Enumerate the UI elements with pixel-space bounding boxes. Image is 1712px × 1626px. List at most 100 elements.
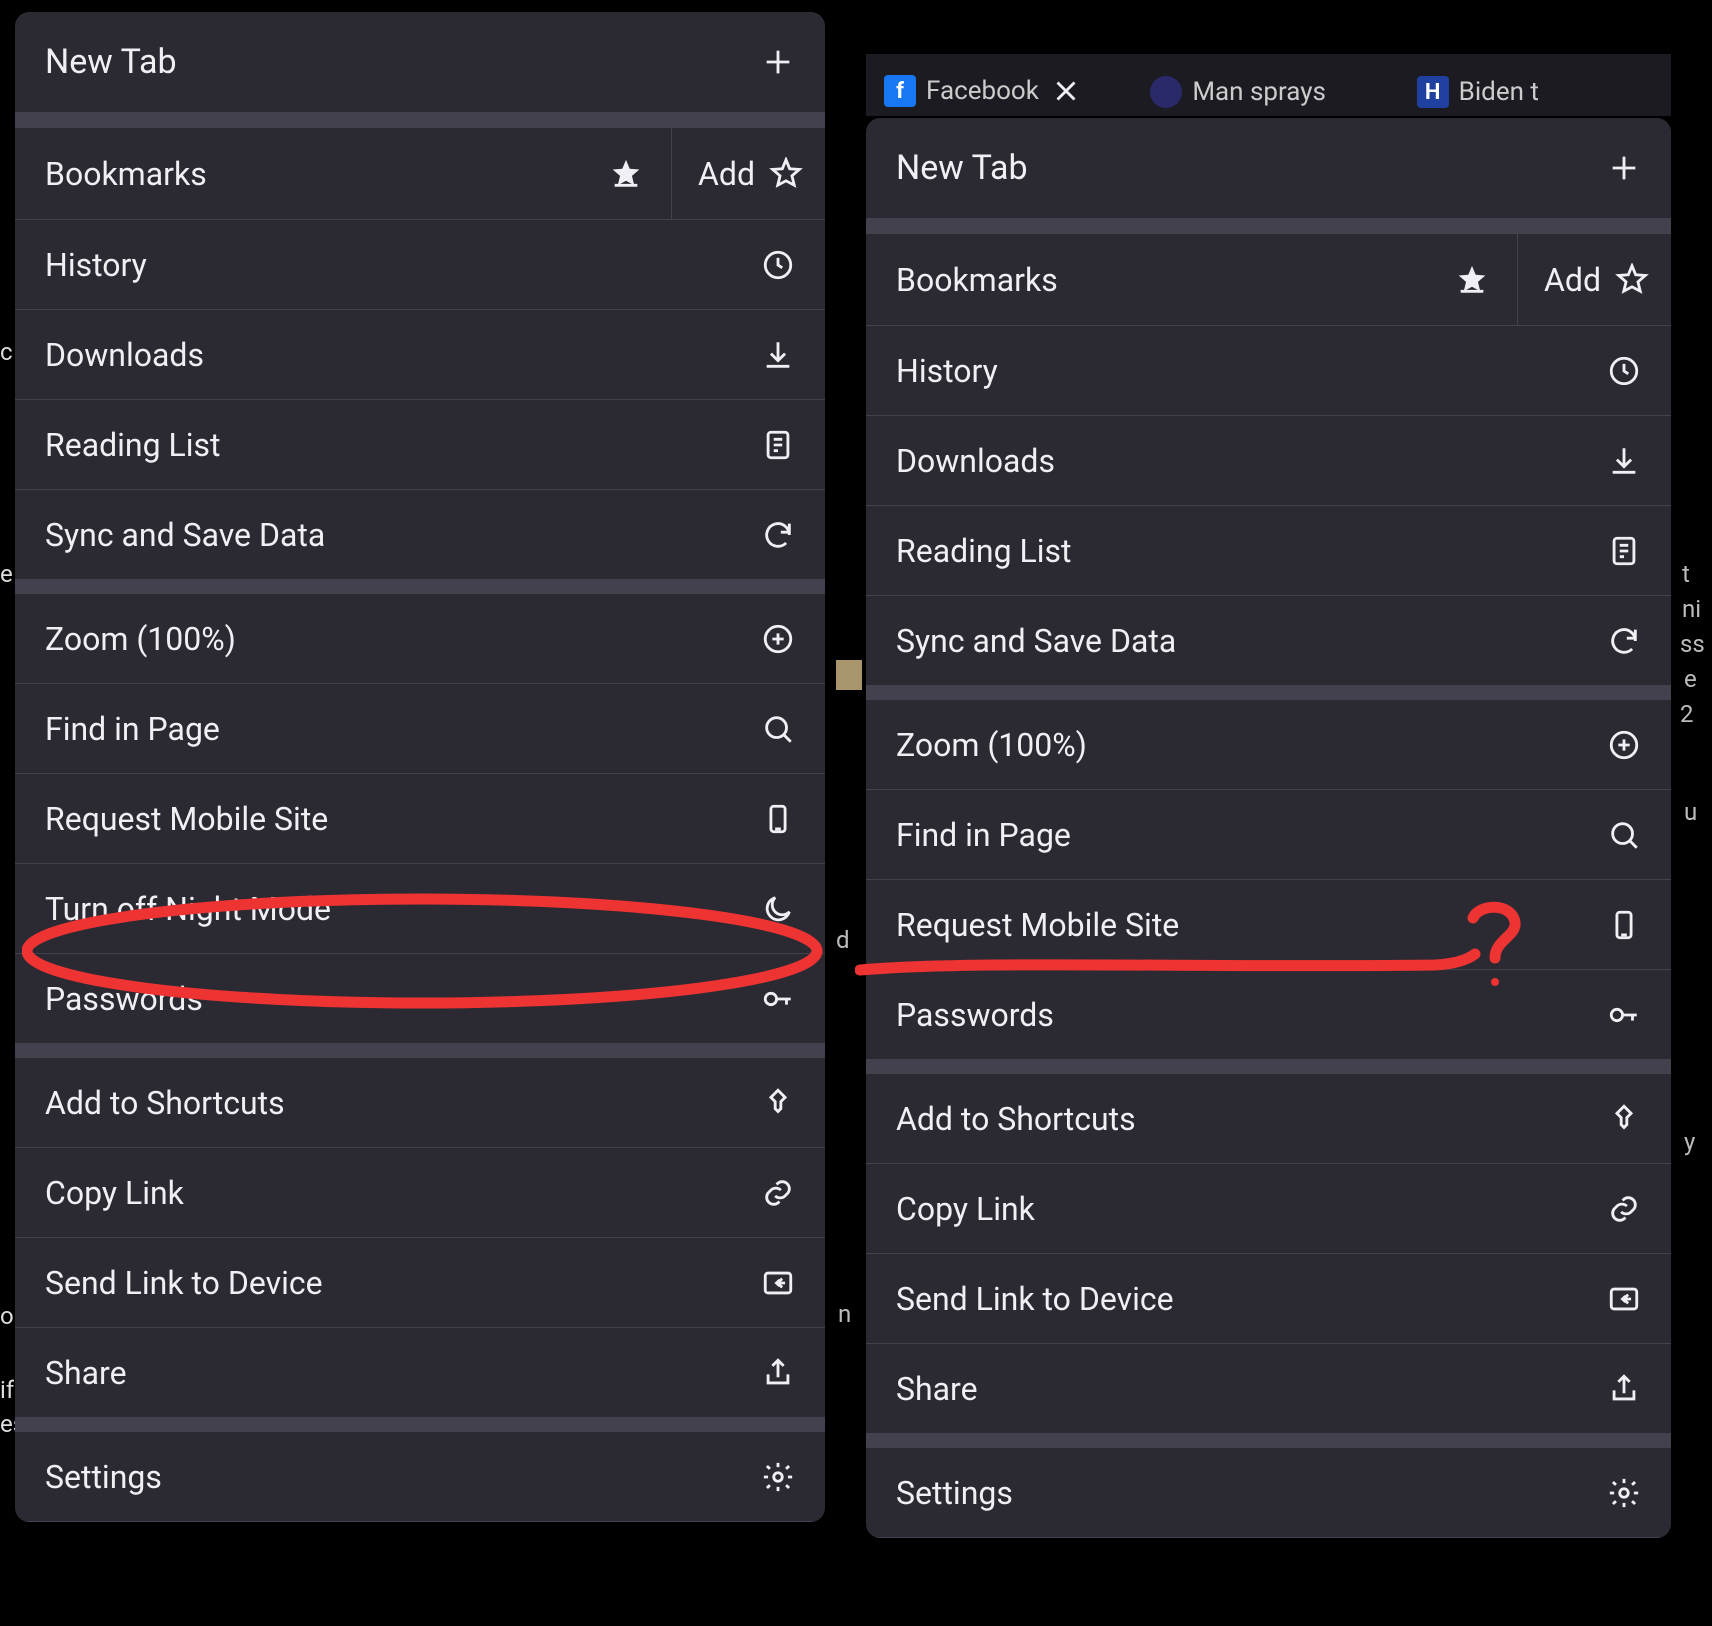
separator [866,1434,1671,1448]
download-icon [761,338,795,372]
favicon-icon: f [884,75,916,107]
tab-title: Man sprays [1192,77,1326,107]
menu-item-label: Downloads [896,442,1055,480]
browser-menu-left: New Tab Bookmarks Add History Downloads Re… [15,12,825,1522]
separator [866,686,1671,700]
key-icon [1607,998,1641,1032]
separator [15,112,825,128]
browser-tab[interactable]: H Biden t [1405,68,1665,116]
menu-item-send-link-to-device[interactable]: Send Link to Device [866,1254,1671,1344]
menu-item-passwords[interactable]: Passwords [866,970,1671,1060]
separator [15,580,825,594]
menu-item-history[interactable]: History [15,220,825,310]
menu-item-add-to-shortcuts[interactable]: Add to Shortcuts [866,1074,1671,1164]
pin-icon [1607,1102,1641,1136]
search-icon [1607,818,1641,852]
new-tab-row[interactable]: New Tab [15,12,825,112]
tab-title: Facebook [926,76,1039,106]
menu-item-label: History [45,246,147,284]
browser-tab[interactable]: Man sprays [1138,68,1398,116]
add-bookmark-button[interactable]: Add [1518,234,1671,325]
menu-item-settings[interactable]: Settings [15,1432,825,1522]
menu-item-zoom-100[interactable]: Zoom (100%) [15,594,825,684]
menu-item-label: Add to Shortcuts [45,1084,285,1122]
menu-item-label: Reading List [45,426,221,464]
send-device-icon [761,1266,795,1300]
search-icon [761,712,795,746]
close-icon[interactable] [1049,74,1083,108]
new-tab-label: New Tab [45,42,177,82]
plus-icon[interactable] [1607,151,1641,185]
send-device-icon [1607,1282,1641,1316]
moon-icon [761,892,795,926]
clock-icon [1607,354,1641,388]
add-bookmark-button[interactable]: Add [672,128,825,219]
menu-item-label: Copy Link [896,1190,1035,1228]
browser-menu-right: New Tab Bookmarks Add History Downloads Re… [866,118,1671,1538]
zoom-plus-icon [761,622,795,656]
menu-item-label: Passwords [896,996,1054,1034]
menu-item-label: Find in Page [45,710,220,748]
menu-item-copy-link[interactable]: Copy Link [15,1148,825,1238]
menu-item-label: Add to Shortcuts [896,1100,1136,1138]
key-icon [761,982,795,1016]
menu-item-label: Share [45,1354,127,1392]
menu-item-reading-list[interactable]: Reading List [15,400,825,490]
star-outline-icon [1615,263,1649,297]
plus-icon[interactable] [761,45,795,79]
link-icon [761,1176,795,1210]
menu-item-find-in-page[interactable]: Find in Page [15,684,825,774]
menu-item-share[interactable]: Share [866,1344,1671,1434]
bookmarks-row[interactable]: Bookmarks Add [15,128,825,220]
tab-bar: f Facebook Man sprays H Biden t [866,54,1671,116]
bookmarks-icon[interactable] [609,128,672,219]
menu-item-settings[interactable]: Settings [866,1448,1671,1538]
menu-item-label: Passwords [45,980,203,1018]
menu-item-label: Settings [896,1474,1013,1512]
menu-item-label: Send Link to Device [45,1264,323,1302]
menu-item-sync-and-save-data[interactable]: Sync and Save Data [866,596,1671,686]
menu-item-add-to-shortcuts[interactable]: Add to Shortcuts [15,1058,825,1148]
pin-icon [761,1086,795,1120]
menu-item-label: Zoom (100%) [896,726,1087,764]
bookmarks-icon[interactable] [1455,234,1518,325]
menu-item-label: Sync and Save Data [45,516,325,554]
menu-item-history[interactable]: History [866,326,1671,416]
separator [15,1044,825,1058]
menu-item-share[interactable]: Share [15,1328,825,1418]
star-filled-icon [609,157,643,191]
browser-tab[interactable]: f Facebook [872,66,1132,116]
mobile-icon [1607,908,1641,942]
menu-item-downloads[interactable]: Downloads [15,310,825,400]
menu-item-downloads[interactable]: Downloads [866,416,1671,506]
menu-item-label: Request Mobile Site [45,800,328,838]
gear-icon [761,1460,795,1494]
menu-item-label: Find in Page [896,816,1071,854]
bookmarks-row[interactable]: Bookmarks Add [866,234,1671,326]
menu-item-zoom-100[interactable]: Zoom (100%) [866,700,1671,790]
favicon-icon [1150,76,1182,108]
share-icon [761,1356,795,1390]
favicon-icon: H [1417,76,1449,108]
menu-item-reading-list[interactable]: Reading List [866,506,1671,596]
sync-icon [761,518,795,552]
menu-item-label: Settings [45,1458,162,1496]
menu-item-find-in-page[interactable]: Find in Page [866,790,1671,880]
new-tab-row[interactable]: New Tab [866,118,1671,218]
menu-item-label: Request Mobile Site [896,906,1179,944]
menu-item-passwords[interactable]: Passwords [15,954,825,1044]
menu-item-request-mobile-site[interactable]: Request Mobile Site [15,774,825,864]
menu-item-turn-off-night-mode[interactable]: Turn off Night Mode [15,864,825,954]
zoom-plus-icon [1607,728,1641,762]
menu-item-label: History [896,352,998,390]
link-icon [1607,1192,1641,1226]
menu-item-send-link-to-device[interactable]: Send Link to Device [15,1238,825,1328]
menu-item-label: Downloads [45,336,204,374]
menu-item-copy-link[interactable]: Copy Link [866,1164,1671,1254]
share-icon [1607,1372,1641,1406]
sync-icon [1607,624,1641,658]
menu-item-label: Send Link to Device [896,1280,1174,1318]
gear-icon [1607,1476,1641,1510]
menu-item-sync-and-save-data[interactable]: Sync and Save Data [15,490,825,580]
menu-item-request-mobile-site[interactable]: Request Mobile Site [866,880,1671,970]
